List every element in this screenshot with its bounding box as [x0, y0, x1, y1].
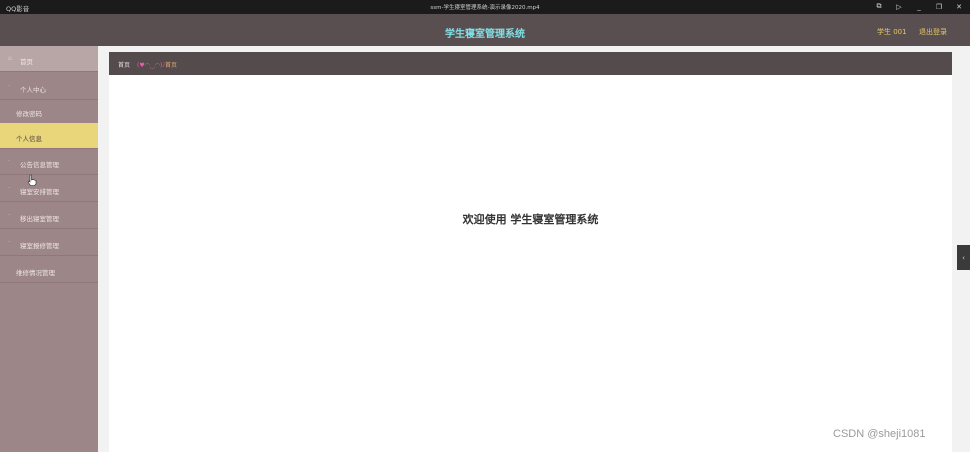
breadcrumb: 首页 (♥◠‿◠)ﾉ 首页	[109, 52, 952, 75]
player-title-bar: QQ影音 ssm-学生寝室管理系统-演示录像2020.mp4 ⧉ ▷ _ ❐ ✕	[0, 0, 970, 14]
player-window-controls: ⧉ ▷ _ ❐ ✕	[874, 1, 964, 12]
sidebar-item-personal-info[interactable]: 个人信息	[0, 123, 98, 149]
move-icon: ·	[8, 212, 10, 219]
notice-icon: ·	[8, 158, 10, 165]
screenshot-icon[interactable]: ⧉	[874, 1, 884, 12]
sidebar-item-label: 维修情况管理	[16, 269, 55, 277]
close-icon[interactable]: ✕	[954, 1, 964, 12]
sidebar-item-label: 移出寝室管理	[20, 215, 59, 223]
app-title: 学生寝室管理系统	[445, 29, 525, 40]
app-header: 学生寝室管理系统 学生 001 退出登录	[0, 14, 970, 46]
home-icon: ⌂	[8, 55, 12, 62]
breadcrumb-separator: (♥◠‿◠)ﾉ	[137, 62, 166, 69]
play-icon[interactable]: ▷	[894, 1, 904, 12]
sidebar-item-label: 个人中心	[20, 86, 46, 94]
logout-link[interactable]: 退出登录	[919, 27, 947, 37]
sidebar-item-label: 寝室安排管理	[20, 188, 59, 196]
sidebar-item-label: 寝室报修管理	[20, 242, 59, 250]
sidebar-item-repair-request[interactable]: · 寝室报修管理	[0, 230, 98, 256]
sidebar-item-change-password[interactable]: 修改密码	[0, 98, 98, 124]
breadcrumb-home-link[interactable]: 首页	[118, 60, 130, 69]
welcome-message: 欢迎使用 学生寝室管理系统	[462, 213, 599, 226]
current-user-label[interactable]: 学生 001	[877, 27, 907, 37]
sidebar-item-label: 公告信息管理	[20, 161, 59, 169]
hand-cursor-icon	[27, 174, 37, 186]
watermark: CSDN @sheji1081	[833, 428, 926, 440]
content-card: 欢迎使用 学生寝室管理系统	[109, 75, 952, 452]
sidebar-item-label: 修改密码	[16, 110, 42, 118]
sidebar-item-personal-center[interactable]: · 个人中心	[0, 74, 98, 100]
sidebar-item-home[interactable]: ⌂ 首页	[0, 46, 98, 72]
player-file-title: ssm-学生寝室管理系统-演示录像2020.mp4	[430, 5, 540, 11]
repair-icon: ·	[8, 239, 10, 246]
sidebar-item-move-out[interactable]: · 移出寝室管理	[0, 203, 98, 229]
user-icon: ·	[8, 83, 10, 90]
minimize-icon[interactable]: _	[914, 1, 924, 12]
sidebar-item-label: 个人信息	[16, 135, 42, 143]
room-icon: ·	[8, 185, 10, 192]
sidebar-item-repair-status[interactable]: 维修情况管理	[0, 257, 98, 283]
sidebar-item-room-arrangement[interactable]: · 寝室安排管理	[0, 176, 98, 202]
sidebar-item-notice-management[interactable]: · 公告信息管理	[0, 149, 98, 175]
sidebar-item-label: 首页	[20, 58, 33, 66]
collapse-panel-tab[interactable]: ‹	[957, 245, 970, 270]
restore-icon[interactable]: ❐	[934, 1, 944, 12]
breadcrumb-current: 首页	[165, 62, 178, 69]
sidebar: ⌂ 首页 · 个人中心 修改密码 个人信息 · 公告信息管理 · 寝室安排管理 …	[0, 46, 98, 452]
